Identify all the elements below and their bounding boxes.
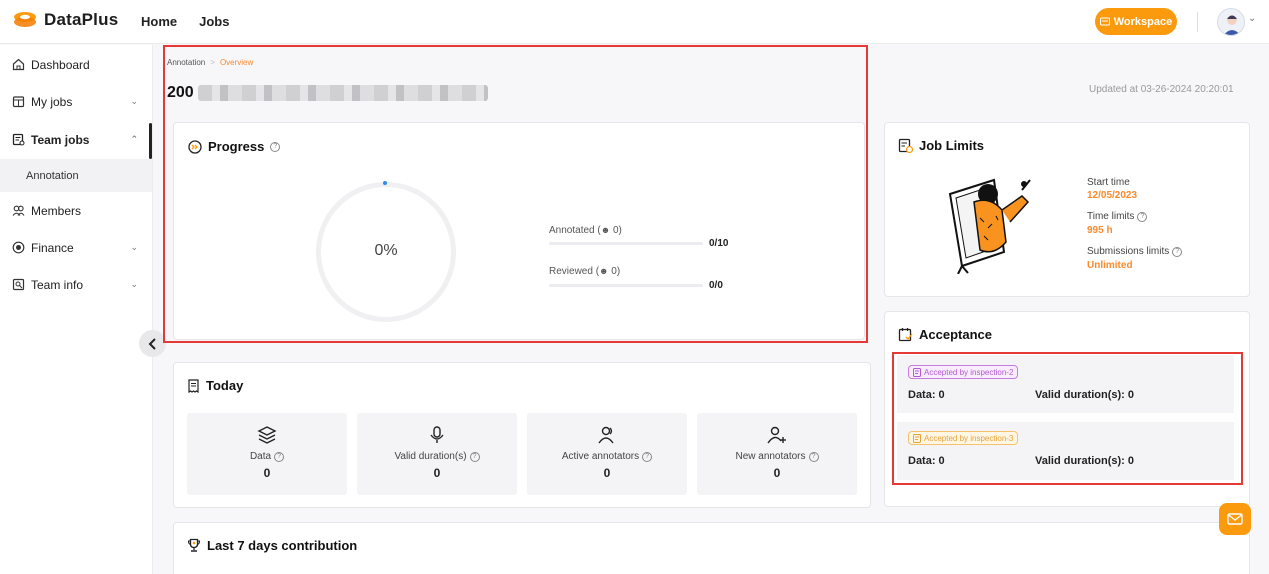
microphone-icon [430, 426, 444, 443]
workspace-icon [1099, 17, 1110, 26]
tile-label-text: Valid duration(s) [394, 451, 467, 462]
sidebar-item-label: Team jobs [31, 132, 90, 147]
submissions-limits-value: Unlimited [1087, 260, 1133, 271]
calendar-icon [12, 96, 25, 108]
sidebar-item-label: My jobs [31, 94, 73, 109]
help-icon[interactable]: ? [808, 451, 819, 462]
chevron-up-icon: ⌃ [130, 134, 138, 144]
mail-icon [1227, 513, 1243, 525]
highlight-box-progress [163, 45, 868, 343]
members-icon [12, 205, 25, 216]
sidebar-item-label: Members [31, 203, 82, 218]
tile-value-new-annotators: 0 [773, 466, 781, 480]
team-info-icon [12, 278, 25, 291]
chevron-down-icon: ⌄ [130, 96, 138, 106]
tile-label-new-annotators: New annotators? [697, 451, 857, 462]
sidebar-subitem-annotation[interactable]: Annotation [0, 159, 152, 192]
chevron-down-icon: ⌄ [130, 242, 138, 252]
job-limits-title: Job Limits [898, 138, 984, 153]
nav-jobs[interactable]: Jobs [199, 14, 229, 29]
contribution-title: Last 7 days contribution [187, 538, 357, 553]
submissions-label-text: Submissions limits [1087, 246, 1170, 257]
chevron-left-icon [148, 337, 156, 350]
trophy-icon [187, 538, 201, 552]
tile-value-valid-duration: 0 [433, 466, 441, 480]
help-icon[interactable]: ? [274, 451, 285, 462]
active-indicator [149, 123, 152, 159]
workspace-label: Workspace [1113, 15, 1173, 28]
sidebar-item-dashboard[interactable]: Dashboard [0, 46, 152, 83]
help-icon[interactable]: ? [642, 451, 653, 462]
start-time-label: Start time [1087, 177, 1130, 188]
sidebar: Dashboard My jobs ⌄ Team jobs ⌃ Annotati… [0, 45, 153, 574]
message-button[interactable] [1219, 503, 1251, 535]
chevron-down-icon[interactable]: ⌄ [1248, 13, 1256, 24]
tile-value-data: 0 [263, 466, 271, 480]
avatar[interactable] [1217, 8, 1245, 36]
tile-label-valid-duration: Valid duration(s)? [357, 451, 517, 462]
finance-icon [12, 241, 25, 254]
today-title: Today [187, 378, 243, 393]
chevron-down-icon: ⌄ [130, 279, 138, 289]
tile-label-text: Active annotators [561, 451, 640, 462]
acceptance-title-text: Acceptance [919, 327, 992, 342]
user-avatar-icon [1223, 15, 1241, 35]
today-title-text: Today [206, 378, 244, 393]
sidebar-item-label: Dashboard [31, 57, 90, 72]
document-clock-icon [898, 138, 913, 153]
contribution-title-text: Last 7 days contribution [207, 538, 358, 553]
sidebar-item-members[interactable]: Members [0, 192, 152, 229]
highlight-box-acceptance [892, 352, 1243, 485]
tile-label-data: Data? [187, 451, 347, 462]
team-jobs-icon [12, 133, 25, 146]
time-limits-label-text: Time limits [1087, 211, 1135, 222]
sidebar-item-label: Finance [31, 240, 74, 255]
dataplus-logo-icon [14, 12, 36, 27]
help-icon[interactable]: ? [1137, 211, 1148, 222]
sidebar-item-team-info[interactable]: Team info ⌄ [0, 266, 152, 303]
help-icon[interactable]: ? [1172, 246, 1183, 257]
time-limits-value: 995 h [1087, 225, 1113, 236]
sidebar-item-finance[interactable]: Finance ⌄ [0, 229, 152, 266]
users-icon [598, 426, 614, 444]
sidebar-item-my-jobs[interactable]: My jobs ⌄ [0, 83, 152, 120]
sidebar-item-team-jobs[interactable]: Team jobs ⌃ [0, 121, 152, 158]
logo[interactable]: DataPlus [12, 9, 118, 31]
tile-label-text: New annotators [735, 451, 806, 462]
collapse-sidebar-button[interactable] [139, 330, 166, 357]
tile-value-active-annotators: 0 [603, 466, 611, 480]
acceptance-title: Acceptance [898, 327, 992, 342]
layers-icon [257, 426, 277, 444]
time-limits-label: Time limits? [1087, 211, 1148, 222]
top-bar: DataPlus Home Jobs Workspace ⌄ [0, 0, 1269, 44]
tile-label-active-annotators: Active annotators? [527, 451, 687, 462]
app-name: DataPlus [44, 10, 119, 29]
job-limits-illustration [948, 178, 1031, 274]
sidebar-item-label: Team info [31, 277, 84, 292]
start-time-value: 12/05/2023 [1087, 190, 1138, 201]
tile-label-text: Data [249, 451, 272, 462]
workspace-button[interactable]: Workspace [1095, 8, 1177, 35]
calendar-check-icon [898, 328, 913, 342]
home-icon [12, 58, 25, 71]
submissions-limits-label: Submissions limits? [1087, 246, 1183, 257]
updated-timestamp: Updated at 03-26-2024 20:20:01 [1089, 84, 1234, 95]
receipt-icon [188, 378, 199, 393]
user-plus-icon [767, 426, 786, 444]
nav-home[interactable]: Home [141, 14, 177, 29]
top-divider [1197, 12, 1198, 32]
job-limits-title-text: Job Limits [919, 138, 985, 153]
help-icon[interactable]: ? [469, 451, 480, 462]
